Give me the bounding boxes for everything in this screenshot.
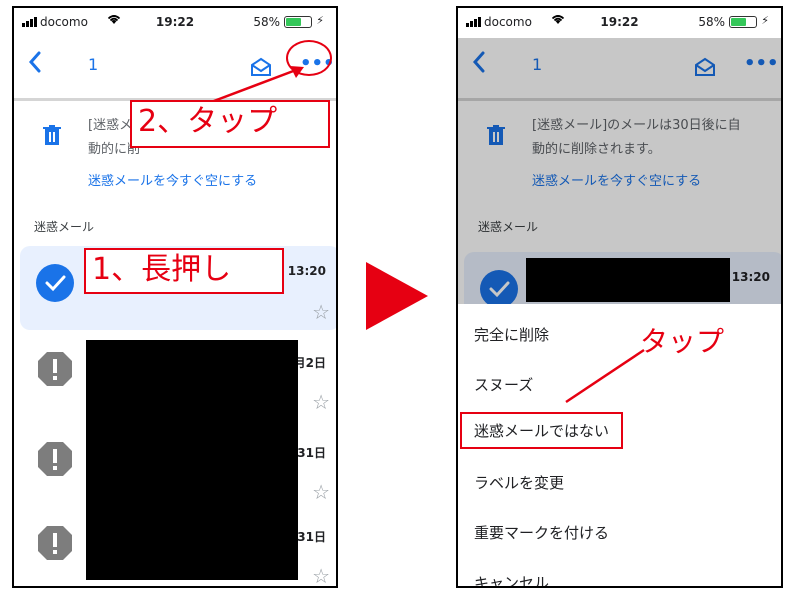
status-bar: docomo 19:22 58% ⚡	[14, 8, 336, 38]
charging-icon: ⚡	[316, 14, 324, 27]
check-avatar-icon[interactable]	[36, 264, 74, 302]
mail-date: 31日	[297, 530, 326, 544]
empty-spam-link[interactable]: 迷惑メールを今すぐ空にする	[88, 170, 257, 189]
mail-date: 月2日	[293, 356, 326, 370]
battery-percent: 58%	[253, 15, 280, 29]
menu-item-not-spam[interactable]: 迷惑メールではない	[460, 412, 624, 449]
warning-avatar-icon	[36, 524, 74, 562]
star-icon[interactable]: ☆	[312, 480, 330, 504]
mail-time: 13:20	[287, 264, 326, 278]
star-icon[interactable]: ☆	[312, 300, 330, 324]
section-label-spam: 迷惑メール	[34, 220, 95, 234]
redaction-block	[86, 340, 298, 580]
star-icon[interactable]: ☆	[312, 390, 330, 414]
menu-item-mark-important[interactable]: 重要マークを付ける	[474, 522, 609, 543]
warning-avatar-icon	[36, 440, 74, 478]
next-step-arrow-icon	[366, 262, 428, 330]
battery-icon	[284, 16, 312, 28]
star-icon[interactable]: ☆	[312, 564, 330, 586]
menu-item-change-label[interactable]: ラベルを変更	[474, 472, 564, 493]
annotation-line	[565, 348, 645, 404]
warning-avatar-icon	[36, 350, 74, 388]
menu-item-delete-forever[interactable]: 完全に削除	[474, 324, 549, 345]
back-chevron-icon[interactable]	[28, 50, 42, 80]
trash-icon	[42, 124, 62, 146]
callout-step-1-long-press: 1、長押し	[84, 248, 284, 294]
phone-screen-after: docomo 19:22 58% ⚡ 1 ••• [迷惑メール]のメールは30日…	[456, 6, 783, 588]
menu-item-snooze[interactable]: スヌーズ	[474, 374, 533, 395]
callout-step-2-tap: 2、タップ	[130, 100, 330, 148]
dim-overlay[interactable]	[458, 38, 781, 304]
battery-percent: 58%	[698, 15, 725, 29]
charging-icon: ⚡	[761, 14, 769, 27]
selected-count: 1	[88, 55, 99, 74]
mail-date: 31日	[297, 446, 326, 460]
battery-icon	[729, 16, 757, 28]
callout-tap: タップ	[640, 325, 725, 358]
menu-item-cancel[interactable]: キャンセル	[474, 572, 549, 586]
status-bar: docomo 19:22 58% ⚡	[458, 8, 781, 38]
